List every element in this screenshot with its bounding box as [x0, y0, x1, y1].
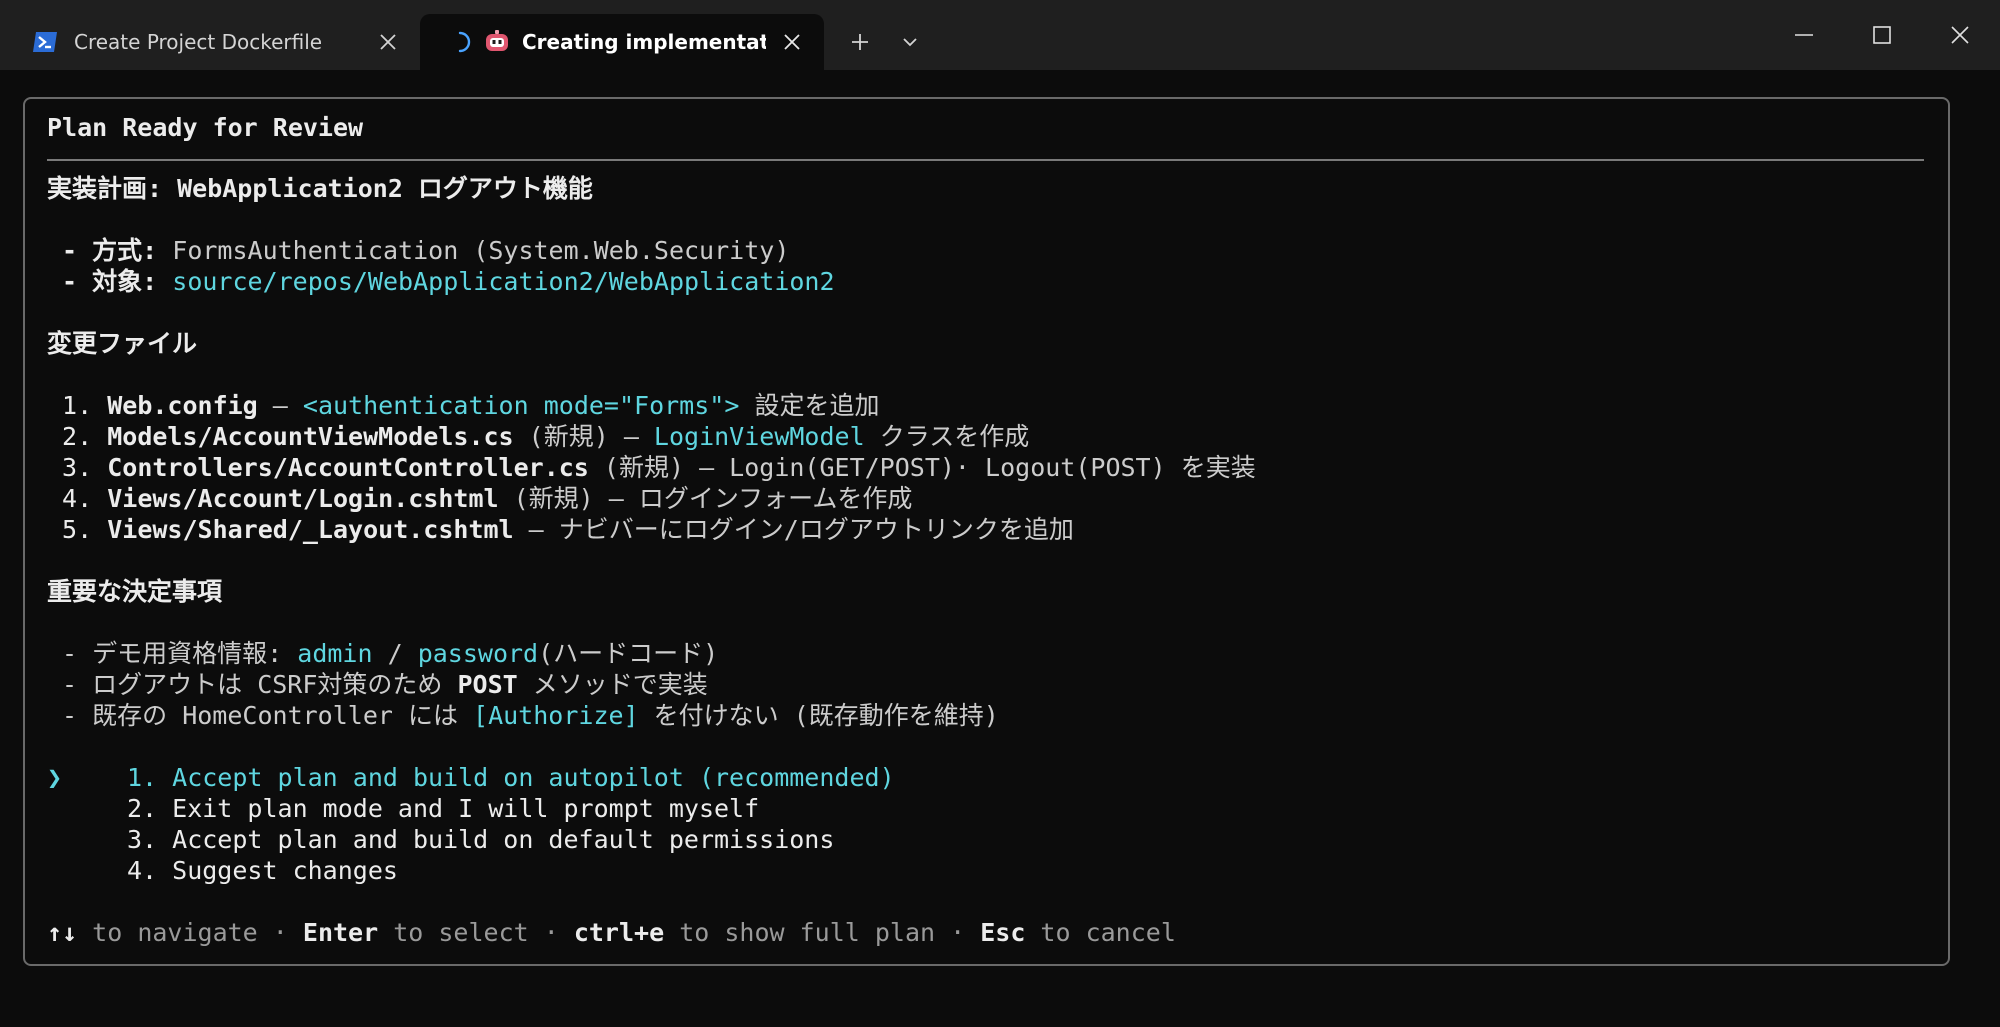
list-number: 4. [47, 484, 108, 513]
copilot-bot-icon [484, 29, 510, 55]
decision-item: - ログアウトは CSRF対策のため POST メソッドで実装 [47, 670, 708, 700]
tab-title: Creating implementation p [522, 30, 766, 54]
decision-note: (ハードコード) [538, 639, 719, 668]
chevron-down-icon [903, 38, 917, 47]
decision-item: - 既存の HomeController には [Authorize] を付けな… [47, 701, 999, 731]
file-desc: (新規) – Login(GET/POST)· Logout(POST) を実装 [588, 453, 1256, 482]
file-desc: (新規) – ログインフォームを作成 [498, 484, 913, 513]
method-label: - 方式: [47, 236, 173, 265]
file-path: Controllers/AccountController.cs [107, 453, 589, 482]
http-method: POST [457, 670, 518, 699]
list-number: 2. [47, 422, 108, 451]
decision-text: - ログアウトは CSRF対策のため [47, 670, 458, 699]
hint-text: to navigate · [77, 918, 303, 947]
option-accept-autopilot[interactable]: 1. Accept plan and build on autopilot (r… [127, 763, 895, 793]
esc-key-hint: Esc [980, 918, 1026, 947]
list-number: 3. [47, 453, 108, 482]
hint-text: to select · [378, 918, 574, 947]
demo-password: password [417, 639, 539, 668]
method-line: - 方式: FormsAuthentication (System.Web.Se… [47, 236, 789, 266]
heading-divider [47, 159, 1924, 161]
file-path: Web.config [107, 391, 258, 420]
file-path: Views/Shared/_Layout.cshtml [107, 515, 514, 544]
hint-text: to show full plan · [664, 918, 981, 947]
file-list-item: 1. Web.config – <authentication mode="Fo… [47, 391, 879, 421]
target-label: - 対象: [47, 267, 173, 296]
ctrl-e-key-hint: ctrl+e [573, 918, 665, 947]
minimize-button[interactable] [1774, 14, 1834, 56]
new-tab-button[interactable] [840, 22, 880, 62]
close-icon [1951, 26, 1969, 44]
tab-dropdown-button[interactable] [890, 22, 930, 62]
file-list-item: 5. Views/Shared/_Layout.cshtml – ナビバーにログ… [47, 515, 1074, 545]
tab-create-project-dockerfile[interactable]: Create Project Dockerfile [10, 14, 420, 70]
enter-key-hint: Enter [302, 918, 379, 947]
close-window-button[interactable] [1930, 14, 1990, 56]
plan-title: 実装計画: WebApplication2 ログアウト機能 [47, 174, 593, 203]
list-number: 1. [47, 391, 108, 420]
tab-creating-implementation-plan[interactable]: Creating implementation p [420, 14, 824, 70]
decisions-heading: 重要な決定事項 [47, 577, 223, 606]
file-desc-rest: 設定を追加 [739, 391, 880, 420]
decision-text: - 既存の HomeController には [47, 701, 474, 730]
code-highlight: LoginViewModel [653, 422, 865, 451]
close-tab-icon[interactable] [376, 30, 400, 54]
powershell-icon [32, 29, 58, 55]
plus-icon [852, 34, 868, 50]
file-list-item: 2. Models/AccountViewModels.cs (新規) – Lo… [47, 422, 1029, 452]
decision-text: - デモ用資格情報: [47, 639, 298, 668]
panel-heading: Plan Ready for Review [47, 113, 364, 142]
close-tab-icon[interactable] [780, 30, 804, 54]
file-desc: (新規) – [513, 422, 654, 451]
key-hints-footer: ↑↓ to navigate · Enter to select · ctrl+… [47, 918, 1176, 948]
method-value: FormsAuthentication (System.Web.Security… [172, 236, 790, 265]
option-suggest-changes[interactable]: 4. Suggest changes [127, 856, 398, 886]
maximize-button[interactable] [1852, 14, 1912, 56]
file-list-item: 4. Views/Account/Login.cshtml (新規) – ログイ… [47, 484, 912, 514]
attribute-highlight: [Authorize] [473, 701, 639, 730]
option-accept-default-permissions[interactable]: 3. Accept plan and build on default perm… [127, 825, 834, 855]
title-bar: Create Project Dockerfile Creating imple… [0, 0, 2000, 70]
arrow-keys-hint: ↑↓ [47, 918, 78, 947]
tab-title: Create Project Dockerfile [74, 30, 323, 54]
loading-spinner-icon [448, 30, 472, 54]
file-desc-rest: クラスを作成 [864, 422, 1030, 451]
decision-note: メソッドで実装 [517, 670, 708, 699]
hint-text: to cancel [1025, 918, 1176, 947]
files-heading: 変更ファイル [47, 329, 198, 358]
code-highlight: <authentication mode="Forms"> [302, 391, 740, 420]
option-exit-plan-mode[interactable]: 2. Exit plan mode and I will prompt myse… [127, 794, 759, 824]
minimize-icon [1795, 34, 1813, 36]
file-desc: – ナビバーにログイン/ログアウトリンクを追加 [513, 515, 1074, 544]
decision-item: - デモ用資格情報: admin / password(ハードコード) [47, 639, 718, 669]
separator: / [372, 639, 418, 668]
file-list-item: 3. Controllers/AccountController.cs (新規)… [47, 453, 1256, 483]
file-desc: – [257, 391, 303, 420]
selection-chevron-icon: ❯ [47, 763, 63, 792]
file-path: Models/AccountViewModels.cs [107, 422, 514, 451]
target-line: - 対象: source/repos/WebApplication2/WebAp… [47, 267, 835, 297]
list-number: 5. [47, 515, 108, 544]
file-path: Views/Account/Login.cshtml [107, 484, 499, 513]
decision-note: を付けない (既存動作を維持) [638, 701, 999, 730]
maximize-icon [1873, 26, 1891, 44]
target-path: source/repos/WebApplication2/WebApplicat… [172, 267, 835, 296]
demo-username: admin [297, 639, 373, 668]
